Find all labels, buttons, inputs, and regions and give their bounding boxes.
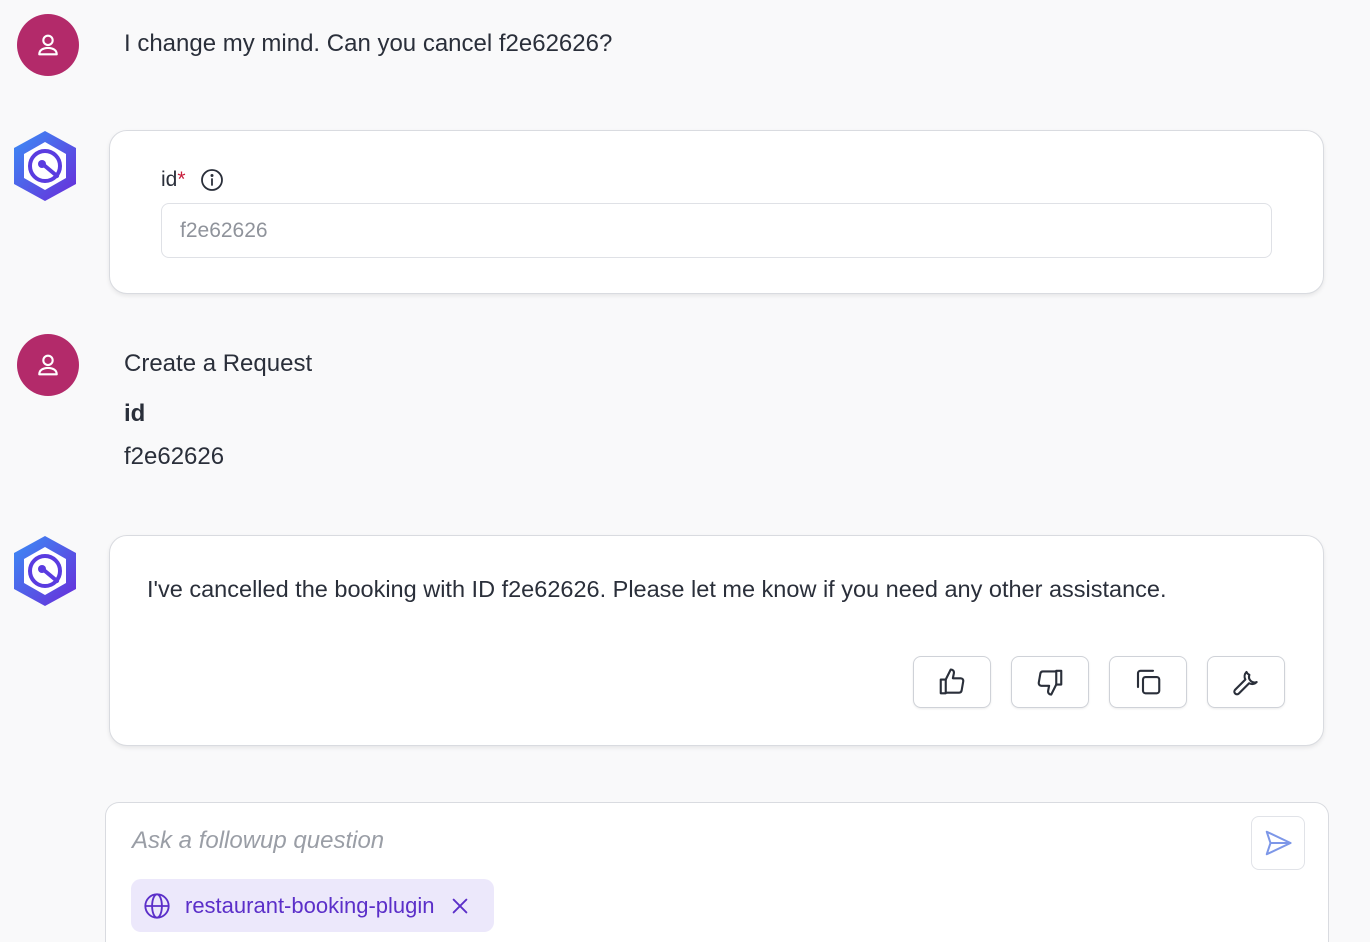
form-card: id * f2e62626 (109, 130, 1324, 294)
user-avatar (17, 14, 79, 76)
request-title: Create a Request (124, 350, 313, 377)
assistant-logo-icon (14, 536, 76, 606)
composer: Ask a followup question restaurant-booki… (105, 802, 1329, 942)
user-avatar (17, 334, 79, 396)
required-mark: * (177, 168, 186, 191)
id-field-label: id * (161, 168, 224, 192)
plugin-chip-label: restaurant-booking-plugin (185, 892, 435, 918)
send-button[interactable] (1251, 816, 1305, 870)
close-icon[interactable] (449, 895, 471, 917)
copy-button[interactable] (1109, 656, 1187, 708)
thumbs-up-icon (939, 668, 965, 695)
thumbs-up-button[interactable] (913, 656, 991, 708)
id-input[interactable]: f2e62626 (161, 203, 1272, 258)
thumbs-down-button[interactable] (1011, 656, 1089, 708)
globe-icon (144, 892, 170, 919)
response-card: I've cancelled the booking with ID f2e62… (109, 535, 1324, 746)
followup-input[interactable]: Ask a followup question (132, 827, 384, 855)
field-label-text: id (161, 168, 178, 191)
tools-button[interactable] (1207, 656, 1285, 708)
info-icon[interactable] (200, 168, 224, 192)
request-param-name: id (124, 400, 146, 427)
plugin-chip[interactable]: restaurant-booking-plugin (131, 879, 494, 932)
wrench-icon (1233, 670, 1258, 696)
id-input-value: f2e62626 (180, 218, 268, 242)
user-message-text: I change my mind. Can you cancel f2e6262… (124, 30, 613, 57)
user-icon (38, 34, 58, 56)
request-param-value: f2e62626 (124, 443, 225, 470)
thumbs-down-icon (1037, 669, 1063, 696)
user-icon (38, 354, 58, 376)
assistant-message-text: I've cancelled the booking with ID f2e62… (147, 576, 1167, 602)
assistant-logo-icon (14, 131, 76, 201)
send-icon (1265, 830, 1292, 856)
copy-icon (1136, 669, 1161, 695)
